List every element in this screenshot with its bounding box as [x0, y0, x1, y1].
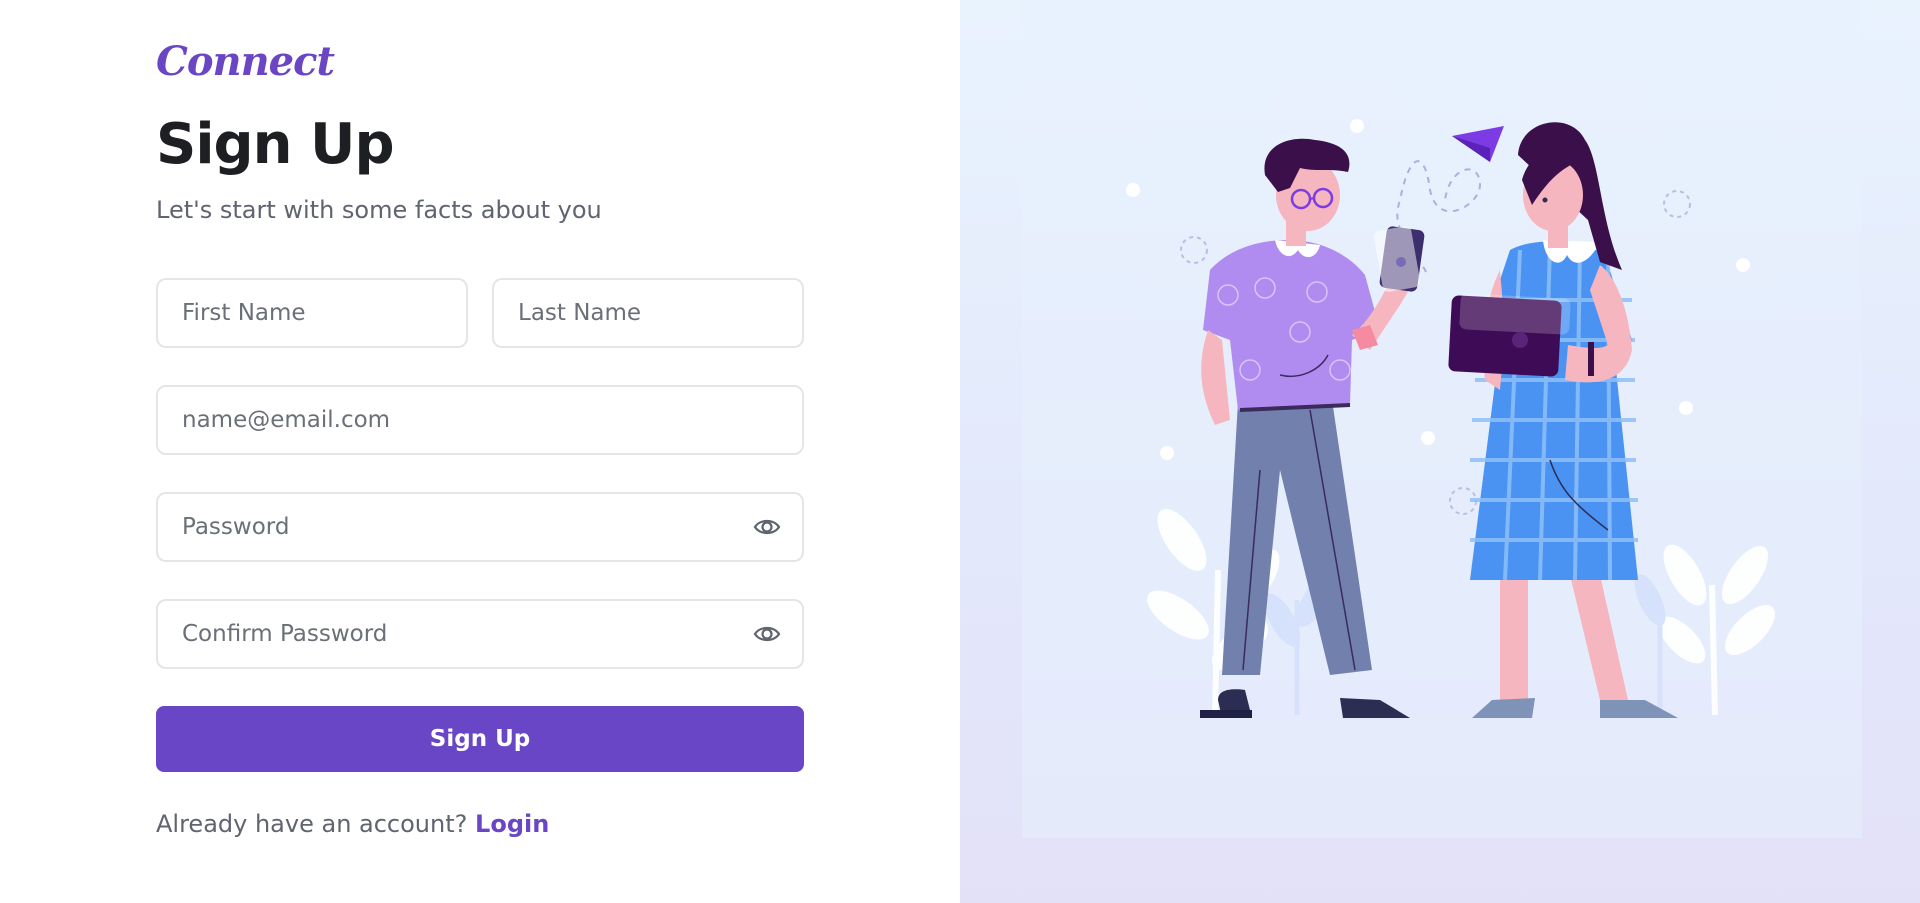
login-prompt: Already have an account? Login — [156, 810, 549, 838]
confirm-password-field — [156, 599, 804, 669]
first-name-field — [156, 278, 468, 348]
login-link[interactable]: Login — [475, 810, 549, 838]
page-subtitle: Let's start with some facts about you — [156, 196, 602, 224]
eye-icon[interactable] — [752, 619, 782, 649]
email-input[interactable] — [182, 407, 782, 433]
confirm-password-input[interactable] — [182, 621, 752, 647]
signup-button[interactable]: Sign Up — [156, 706, 804, 772]
eye-icon[interactable] — [752, 512, 782, 542]
password-field — [156, 492, 804, 562]
signup-panel: Connect Sign Up Let's start with some fa… — [0, 0, 960, 903]
brand-logo: Connect — [156, 38, 335, 85]
last-name-field — [492, 278, 804, 348]
two-people-using-devices-illustration — [1022, 0, 1862, 838]
email-field — [156, 385, 804, 455]
first-name-input[interactable] — [182, 300, 446, 326]
password-input[interactable] — [182, 514, 752, 540]
page-title: Sign Up — [156, 112, 395, 177]
login-prompt-text: Already have an account? — [156, 810, 468, 838]
last-name-input[interactable] — [518, 300, 782, 326]
illustration-panel — [960, 0, 1920, 903]
